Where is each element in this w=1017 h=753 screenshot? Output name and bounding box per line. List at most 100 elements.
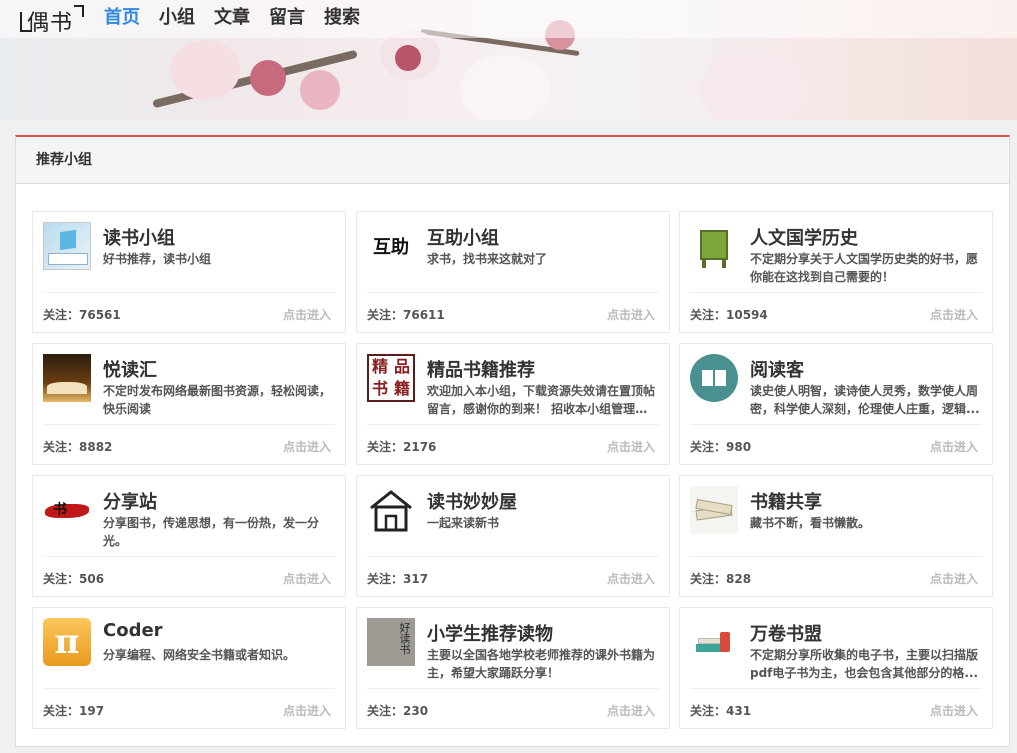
group-title[interactable]: 分享站 (103, 488, 157, 514)
card-divider (690, 688, 982, 689)
follow-count: 关注：980 (690, 440, 752, 454)
follow-count: 关注：431 (690, 704, 752, 718)
group-title[interactable]: 书籍共享 (750, 488, 822, 514)
group-card[interactable]: 书 分享站 分享图书，传递思想，有一份热，发一分光。 关注：506 点击进入 (32, 475, 346, 597)
nav-articles[interactable]: 文章 (214, 6, 250, 30)
enter-link[interactable]: 点击进入 (283, 438, 331, 455)
follow-count: 关注：317 (367, 572, 429, 586)
enter-link[interactable]: 点击进入 (283, 702, 331, 719)
follow-count: 关注：76561 (43, 308, 121, 322)
group-title[interactable]: Coder (103, 620, 163, 641)
enter-link[interactable]: 点击进入 (607, 702, 655, 719)
follow-count: 关注：230 (367, 704, 429, 718)
nav-groups[interactable]: 小组 (159, 6, 195, 30)
follow-count: 关注：10594 (690, 308, 768, 322)
bronze-vessel-icon[interactable] (690, 222, 738, 270)
header-banner: 偶书 首页 小组 文章 留言 搜索 (0, 0, 1017, 120)
group-desc: 分享图书，传递思想，有一份热，发一分光。 (103, 516, 320, 548)
card-divider (367, 424, 659, 425)
group-title[interactable]: 小学生推荐读物 (427, 620, 553, 646)
logo-bracket-right (74, 5, 84, 17)
jingpin-stamp-icon[interactable]: 精 品 书 籍 (367, 354, 415, 402)
follow-count: 关注：76611 (367, 308, 445, 322)
follow-count: 关注：506 (43, 572, 105, 586)
group-title[interactable]: 读书小组 (103, 224, 175, 250)
huzhu-text-icon[interactable]: 互助 (367, 222, 415, 270)
group-card[interactable]: 读书小组 好书推荐，读书小组 关注：76561 点击进入 (32, 211, 346, 333)
group-title[interactable]: 万卷书盟 (750, 620, 822, 646)
brush-stroke-icon[interactable]: 书 (43, 486, 91, 534)
books-pile-icon[interactable] (690, 486, 738, 534)
enter-link[interactable]: 点击进入 (607, 438, 655, 455)
book-circle-icon[interactable] (690, 354, 738, 402)
card-divider (43, 292, 335, 293)
enter-link[interactable]: 点击进入 (607, 570, 655, 587)
group-title[interactable]: 互助小组 (427, 224, 499, 250)
enter-link[interactable]: 点击进入 (283, 570, 331, 587)
group-title[interactable]: 阅读客 (750, 356, 804, 382)
group-desc: 欢迎加入本小组，下载资源失效请在置顶帖留言，感谢你的到来！ 招收本小组管理员..… (427, 384, 656, 416)
group-desc: 不定期分享所收集的电子书，主要以扫描版pdf电子书为主，也会包含其他部分的格..… (750, 648, 979, 680)
navbar: 偶书 首页 小组 文章 留言 搜索 (0, 0, 1017, 38)
group-card[interactable]: 书籍共享 藏书不断，看书懒散。 关注：828 点击进入 (679, 475, 993, 597)
group-desc: 主要以全国各地学校老师推荐的课外书籍为主，希望大家踊跃分享！ (427, 648, 656, 680)
main-nav: 首页 小组 文章 留言 搜索 (104, 6, 379, 30)
group-desc: 藏书不断，看书懒散。 (750, 516, 871, 530)
group-card[interactable]: 读书妙妙屋 一起来读新书 关注：317 点击进入 (356, 475, 670, 597)
group-desc: 好书推荐，读书小组 (103, 252, 212, 266)
card-divider (43, 424, 335, 425)
group-desc: 一起来读新书 (427, 516, 500, 530)
group-card[interactable]: 互助 互助小组 求书，找书来这就对了 关注：76611 点击进入 (356, 211, 670, 333)
card-divider (367, 688, 659, 689)
blossom-decoration (460, 55, 550, 120)
group-card[interactable]: 精 品 书 籍 精品书籍推荐 欢迎加入本小组，下载资源失效请在置顶帖留言，感谢你… (356, 343, 670, 465)
group-card[interactable]: 阅读客 读史使人明智，读诗使人灵秀，数学使人周密，科学使人深刻，伦理使人庄重，逻… (679, 343, 993, 465)
logo[interactable]: 偶书 (20, 4, 84, 36)
card-divider (367, 556, 659, 557)
follow-count: 关注：828 (690, 572, 752, 586)
nav-search[interactable]: 搜索 (324, 6, 360, 30)
card-divider (43, 556, 335, 557)
group-card[interactable]: 悦读汇 不定时发布网络最新图书资源，轻松阅读，快乐阅读 关注：8882 点击进入 (32, 343, 346, 465)
pi-icon[interactable]: π (43, 618, 91, 666)
enter-link[interactable]: 点击进入 (607, 306, 655, 323)
book-cube-icon[interactable] (43, 222, 91, 270)
enter-link[interactable]: 点击进入 (930, 702, 978, 719)
group-desc: 求书，找书来这就对了 (427, 252, 548, 266)
panel-title: 推荐小组 (16, 137, 1009, 184)
blossom-decoration (700, 50, 810, 120)
group-card[interactable]: 好读书 小学生推荐读物 主要以全国各地学校老师推荐的课外书籍为主，希望大家踊跃分… (356, 607, 670, 729)
enter-link[interactable]: 点击进入 (930, 570, 978, 587)
group-card[interactable]: π Coder 分享编程、网络安全书籍或者知识。 关注：197 点击进入 (32, 607, 346, 729)
blossom-decoration (170, 40, 240, 100)
card-divider (43, 688, 335, 689)
blossom-decoration (300, 70, 340, 110)
group-title[interactable]: 人文国学历史 (750, 224, 858, 250)
group-desc: 不定期分享关于人文国学历史类的好书，愿你能在这找到自己需要的！ (750, 252, 979, 284)
house-icon[interactable] (367, 486, 415, 534)
group-title[interactable]: 读书妙妙屋 (427, 488, 517, 514)
group-card[interactable]: 万卷书盟 不定期分享所收集的电子书，主要以扫描版pdf电子书为主，也会包含其他部… (679, 607, 993, 729)
card-divider (367, 292, 659, 293)
card-divider (690, 556, 982, 557)
follow-count: 关注：8882 (43, 440, 113, 454)
enter-link[interactable]: 点击进入 (283, 306, 331, 323)
card-divider (690, 292, 982, 293)
open-book-icon[interactable] (43, 354, 91, 402)
stamp-char: 精 (371, 357, 388, 376)
stamp-char: 书 (371, 379, 388, 398)
group-card[interactable]: 人文国学历史 不定期分享关于人文国学历史类的好书，愿你能在这找到自己需要的！ 关… (679, 211, 993, 333)
group-title[interactable]: 精品书籍推荐 (427, 356, 535, 382)
stamp-char: 品 (393, 357, 410, 376)
card-divider (690, 424, 982, 425)
book-stack-icon[interactable] (690, 618, 738, 666)
nav-home[interactable]: 首页 (104, 6, 140, 30)
enter-link[interactable]: 点击进入 (930, 306, 978, 323)
enter-link[interactable]: 点击进入 (930, 438, 978, 455)
group-title[interactable]: 悦读汇 (103, 356, 157, 382)
follow-count: 关注：2176 (367, 440, 437, 454)
calligraphy-icon[interactable]: 好读书 (367, 618, 415, 666)
group-desc: 读史使人明智，读诗使人灵秀，数学使人周密，科学使人深刻，伦理使人庄重，逻辑... (750, 384, 980, 416)
follow-count: 关注：197 (43, 704, 105, 718)
nav-messages[interactable]: 留言 (269, 6, 305, 30)
